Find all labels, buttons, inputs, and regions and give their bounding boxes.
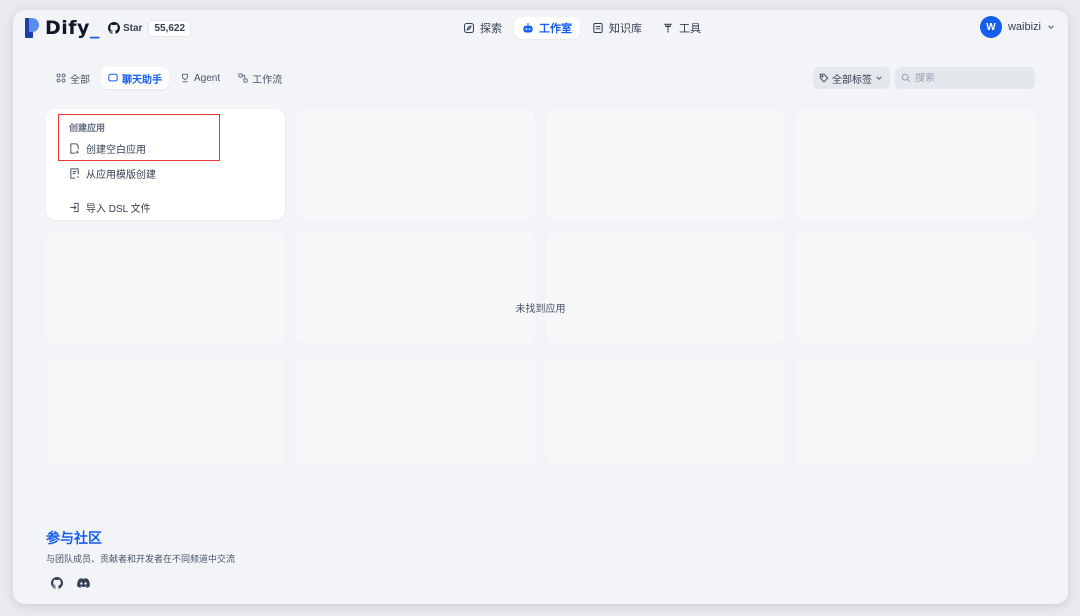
create-app-card: 创建应用 创建空白应用 从应用模版创建 导入 DSL 文件 xyxy=(46,109,285,220)
nav-tools-label: 工具 xyxy=(679,23,701,35)
template-icon xyxy=(70,168,79,179)
create-from-template-label: 从应用模版创建 xyxy=(86,170,156,181)
tab-all-label: 全部 xyxy=(70,74,90,86)
github-icon[interactable] xyxy=(51,577,63,589)
placeholder-card xyxy=(796,355,1035,466)
github-star-label: Star xyxy=(123,22,143,34)
create-from-template-button[interactable]: 从应用模版创建 xyxy=(69,166,156,181)
top-header: Dify_ Star 55,622 探索 工作室 知识库 工具 W waibiz… xyxy=(13,10,1068,46)
tab-workflow[interactable]: 工作流 xyxy=(231,67,289,89)
tag-icon xyxy=(819,73,829,83)
search-input[interactable] xyxy=(915,72,1025,84)
tab-all[interactable]: 全部 xyxy=(49,67,97,89)
placeholder-card xyxy=(796,109,1035,220)
github-star-widget[interactable]: Star 55,622 xyxy=(108,19,192,37)
placeholder-card xyxy=(46,232,285,343)
search-icon xyxy=(901,73,911,83)
compass-icon xyxy=(463,22,475,34)
placeholder-card xyxy=(46,355,285,466)
tab-chat-assistant[interactable]: 聊天助手 xyxy=(101,67,169,89)
hammer-icon xyxy=(664,23,672,33)
empty-state-text: 未找到应用 xyxy=(515,304,566,315)
tab-agent[interactable]: Agent xyxy=(173,67,227,89)
import-icon xyxy=(70,202,79,213)
search-box[interactable] xyxy=(895,67,1035,89)
community-title: 参与社区 xyxy=(46,530,102,546)
chat-icon xyxy=(108,73,118,82)
app-window: Dify_ Star 55,622 探索 工作室 知识库 工具 W waibiz… xyxy=(13,10,1068,604)
import-dsl-label: 导入 DSL 文件 xyxy=(86,204,151,215)
discord-icon[interactable] xyxy=(77,577,90,589)
nav-knowledge-label: 知识库 xyxy=(609,23,642,35)
community-subtitle: 与团队成员、贡献者和开发者在不同频道中交流 xyxy=(46,554,236,564)
community-links xyxy=(46,577,235,589)
import-dsl-button[interactable]: 导入 DSL 文件 xyxy=(69,200,151,215)
tab-chat-assistant-label: 聊天助手 xyxy=(122,74,162,86)
create-blank-app-label: 创建空白应用 xyxy=(86,145,146,156)
dify-logo-icon xyxy=(25,18,39,38)
placeholder-card xyxy=(546,232,785,343)
placeholder-card xyxy=(296,232,535,343)
placeholder-card xyxy=(296,355,535,466)
user-name: waibizi xyxy=(1007,21,1041,33)
tag-filter-label: 全部标签 xyxy=(832,74,872,86)
tab-agent-label: Agent xyxy=(194,72,221,84)
agent-icon xyxy=(182,73,188,83)
chevron-down-icon xyxy=(876,76,882,81)
github-icon xyxy=(108,22,120,34)
nav-tools[interactable]: 工具 xyxy=(654,17,709,39)
create-app-title: 创建应用 xyxy=(69,123,106,133)
community-section: 参与社区 与团队成员、贡献者和开发者在不同频道中交流 xyxy=(46,528,235,589)
file-plus-icon xyxy=(70,143,79,154)
placeholder-card xyxy=(546,109,785,220)
tag-filter-dropdown[interactable]: 全部标签 xyxy=(813,67,890,89)
dify-logo[interactable]: Dify_ xyxy=(25,17,100,39)
github-star-button[interactable]: Star xyxy=(108,22,148,34)
robot-icon xyxy=(523,23,533,33)
avatar: W xyxy=(979,16,1002,38)
nav-explore[interactable]: 探索 xyxy=(455,17,510,39)
github-star-count: 55,622 xyxy=(148,19,192,37)
placeholder-card xyxy=(796,232,1035,343)
user-menu[interactable]: W waibizi xyxy=(979,16,1055,38)
placeholder-card xyxy=(546,355,785,466)
nav-knowledge[interactable]: 知识库 xyxy=(584,17,650,39)
nav-studio[interactable]: 工作室 xyxy=(514,17,580,39)
tab-workflow-label: 工作流 xyxy=(252,74,283,86)
workflow-icon xyxy=(238,73,248,83)
main-nav: 探索 工作室 知识库 工具 xyxy=(455,17,709,39)
grid-icon xyxy=(56,73,66,83)
brand-name: Dify_ xyxy=(45,17,100,39)
nav-explore-label: 探索 xyxy=(480,23,502,35)
book-icon xyxy=(593,22,603,34)
chevron-down-icon xyxy=(1048,25,1054,30)
create-blank-app-button[interactable]: 创建空白应用 xyxy=(69,141,146,156)
app-type-tabs: 全部 聊天助手 Agent 工作流 xyxy=(49,67,289,89)
placeholder-card xyxy=(296,109,535,220)
nav-studio-label: 工作室 xyxy=(539,23,572,35)
